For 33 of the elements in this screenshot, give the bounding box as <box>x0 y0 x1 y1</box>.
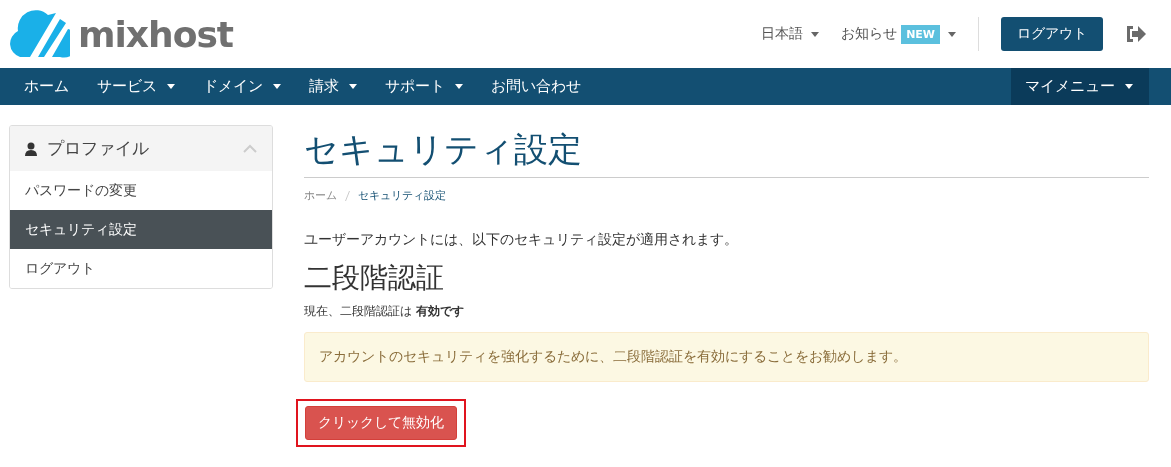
warning-alert: アカウントのセキュリティを強化するために、二段階認証を有効にすることをお勧めします。 <box>304 332 1149 382</box>
logout-icon[interactable] <box>1125 25 1147 43</box>
nav-menu-item[interactable]: サービス <box>83 68 189 105</box>
notices-dropdown[interactable]: お知らせ NEW <box>841 24 956 44</box>
intro-text: ユーザーアカウントには、以下のセキュリティ設定が適用されます。 <box>304 231 739 249</box>
nav-menu-item[interactable]: ドメイン <box>189 68 295 105</box>
caret-icon <box>167 84 175 89</box>
caret-icon <box>455 84 463 89</box>
page-title: セキュリティ設定 <box>304 125 1149 178</box>
logo-text[interactable]: mixhost <box>78 13 234 55</box>
logout-button[interactable]: ログアウト <box>1001 17 1103 51</box>
nav-menu-item[interactable]: お問い合わせ <box>477 68 595 105</box>
my-menu-dropdown[interactable]: マイメニュー <box>1011 68 1149 105</box>
breadcrumb-item: セキュリティ設定 <box>358 188 446 203</box>
section-title: 二段階認証 <box>304 260 445 296</box>
user-icon <box>25 141 37 156</box>
disable-button[interactable]: クリックして無効化 <box>305 406 457 440</box>
nav-menu-item[interactable]: ホーム <box>10 68 83 105</box>
nav-menu-item[interactable]: サポート <box>371 68 477 105</box>
status-text: 現在、二段階認証は 有効です <box>304 303 465 320</box>
caret-icon <box>811 31 820 37</box>
sidebar-item[interactable]: セキュリティ設定 <box>10 210 272 249</box>
caret-icon <box>948 31 956 37</box>
caret-icon <box>273 84 281 89</box>
nav-menu-item[interactable]: 請求 <box>295 68 371 105</box>
language-dropdown[interactable]: 日本語 <box>761 25 820 43</box>
sidebar-title: プロファイル <box>47 137 150 160</box>
caret-icon <box>349 84 357 89</box>
breadcrumb-separator-icon <box>345 190 350 201</box>
sidebar-header[interactable]: プロファイル <box>10 126 272 171</box>
breadcrumb-item[interactable]: ホーム <box>304 188 337 203</box>
caret-icon <box>1125 84 1133 89</box>
cloud-logo-icon <box>8 9 70 59</box>
